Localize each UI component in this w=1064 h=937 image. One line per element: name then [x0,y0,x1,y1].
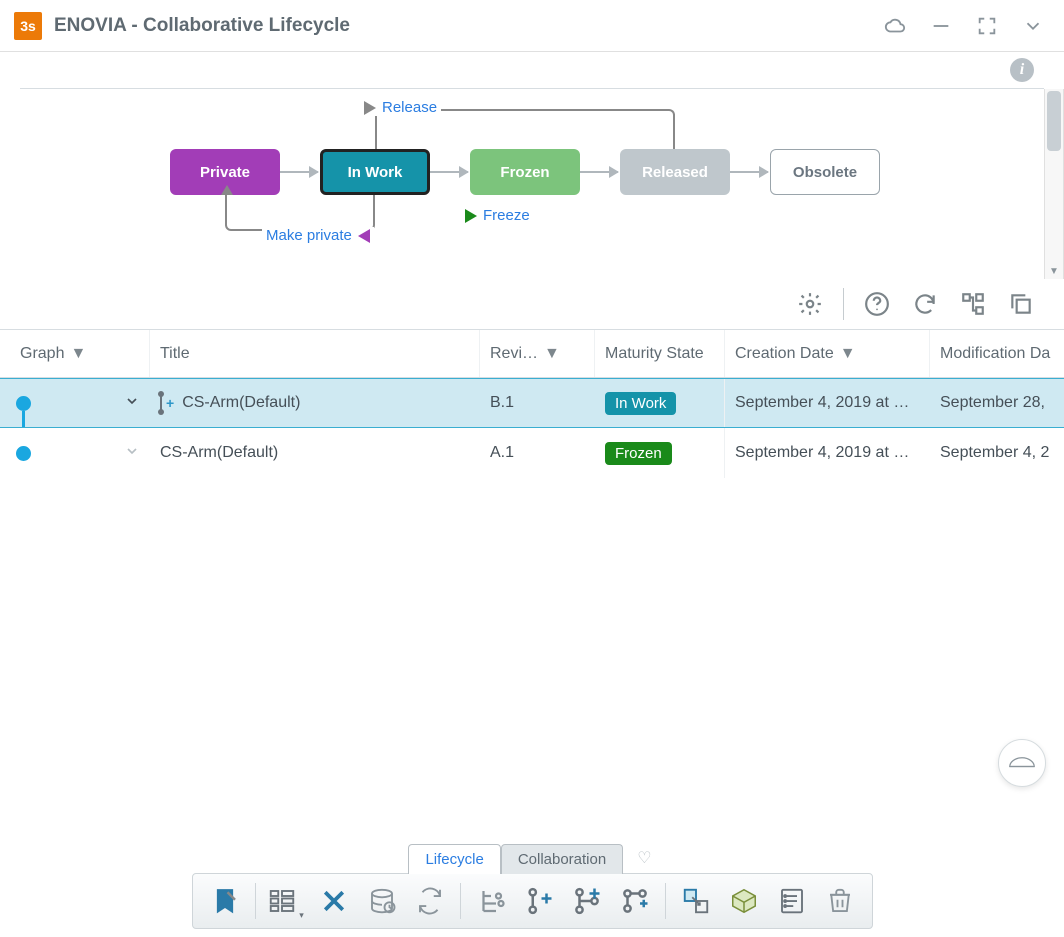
cell-created: September 4, 2019 at … [725,379,930,427]
make-private-label: Make private [266,227,352,244]
state-obsolete[interactable]: Obsolete [770,149,880,195]
title-text: CS-Arm(Default) [160,444,278,462]
filter-icon: ▼ [840,345,856,363]
cell-maturity: Frozen [595,428,725,478]
branch-add-button[interactable] [517,880,561,922]
info-icon[interactable]: i [1010,58,1034,82]
cell-modified: September 4, 2 [930,428,1064,478]
maturity-badge: Frozen [605,442,672,465]
cell-title: + CS-Arm(Default) [150,379,480,427]
bookmark-button[interactable] [203,880,247,922]
graph-node-icon [16,396,31,411]
title-text: CS-Arm(Default) [182,394,300,412]
filter-icon: ▼ [70,345,86,363]
minimize-button[interactable] [924,9,958,43]
app-icon: 3s [14,12,42,40]
branch-new-button[interactable] [613,880,657,922]
arrow-icon [580,171,618,173]
favorite-tab-button[interactable]: ♡ [633,844,655,872]
indent-button[interactable] [469,880,513,922]
tree-view-button[interactable] [958,289,988,319]
arrow-icon [430,171,468,173]
branch-icon: + [160,394,174,412]
transition-freeze[interactable]: Freeze [465,207,530,224]
cell-graph [0,428,150,478]
chevron-left-icon [358,229,370,243]
chevron-down-icon[interactable] [1016,9,1050,43]
bottom-panel: Lifecycle Collaboration ♡ [0,843,1064,929]
table-row[interactable]: + CS-Arm(Default) B.1 In Work September 4, 2… [0,378,1064,428]
replace-button[interactable] [674,880,718,922]
arrow-icon [730,171,768,173]
column-header-title[interactable]: Title [150,330,480,377]
expand-toggle[interactable] [124,393,140,414]
transition-release[interactable]: Release [360,99,441,116]
title-bar: 3s ENOVIA - Collaborative Lifecycle [0,0,1064,52]
view-toolbar [0,279,1064,329]
column-header-graph[interactable]: Graph▼ [0,330,150,377]
chevron-right-icon [465,209,477,223]
branch-merge-button[interactable] [565,880,609,922]
state-inwork[interactable]: In Work [320,149,430,195]
expand-toggle[interactable] [124,443,140,464]
column-header-modified[interactable]: Modification Da [930,330,1064,377]
state-released[interactable]: Released [620,149,730,195]
diagram-scrollbar[interactable]: ▲ ▼ [1044,89,1064,279]
column-header-created[interactable]: Creation Date▼ [725,330,930,377]
freeze-label: Freeze [483,207,530,224]
assistant-button[interactable] [998,739,1046,787]
help-button[interactable] [862,289,892,319]
delete-button[interactable] [312,880,356,922]
transition-make-private[interactable]: Make private [262,227,374,244]
sync-button[interactable] [408,880,452,922]
release-label: Release [382,99,437,116]
history-button[interactable] [360,880,404,922]
table-header-row: Graph▼ Title Revi…▼ Maturity State Creat… [0,330,1064,378]
state-frozen[interactable]: Frozen [470,149,580,195]
column-header-revision[interactable]: Revi…▼ [480,330,595,377]
cell-graph [0,379,150,427]
cell-revision: B.1 [480,379,595,427]
app-title: ENOVIA - Collaborative Lifecycle [54,15,350,37]
tab-lifecycle[interactable]: Lifecycle [408,844,500,874]
settings-button[interactable] [795,289,825,319]
graph-node-icon [16,446,31,461]
lifecycle-diagram: Release Private In Work Frozen Released … [0,89,1064,279]
layout-button[interactable] [264,880,308,922]
tab-collaboration[interactable]: Collaboration [501,844,623,874]
scrollbar-thumb[interactable] [1047,91,1061,151]
maturity-badge: In Work [605,392,676,415]
chevron-right-icon [364,101,376,115]
filter-icon: ▼ [544,345,560,363]
package-button[interactable] [722,880,766,922]
trash-button[interactable] [818,880,862,922]
refresh-button[interactable] [910,289,940,319]
column-header-maturity[interactable]: Maturity State [595,330,725,377]
bottom-tabs: Lifecycle Collaboration ♡ [408,843,655,873]
cell-created: September 4, 2019 at … [725,428,930,478]
fullscreen-button[interactable] [970,9,1004,43]
cell-modified: September 28, [930,379,1064,427]
cell-title: CS-Arm(Default) [150,428,480,478]
info-row: i [0,52,1064,88]
revision-table: Graph▼ Title Revi…▼ Maturity State Creat… [0,329,1064,478]
bottom-toolbar [192,873,873,929]
properties-button[interactable] [770,880,814,922]
transition-make-private-arc [225,195,375,231]
cloud-icon[interactable] [878,9,912,43]
cell-maturity: In Work [595,379,725,427]
arrow-icon [280,171,318,173]
plus-icon: + [166,395,174,411]
copy-button[interactable] [1006,289,1036,319]
table-row[interactable]: CS-Arm(Default) A.1 Frozen September 4, 201… [0,428,1064,478]
cell-revision: A.1 [480,428,595,478]
